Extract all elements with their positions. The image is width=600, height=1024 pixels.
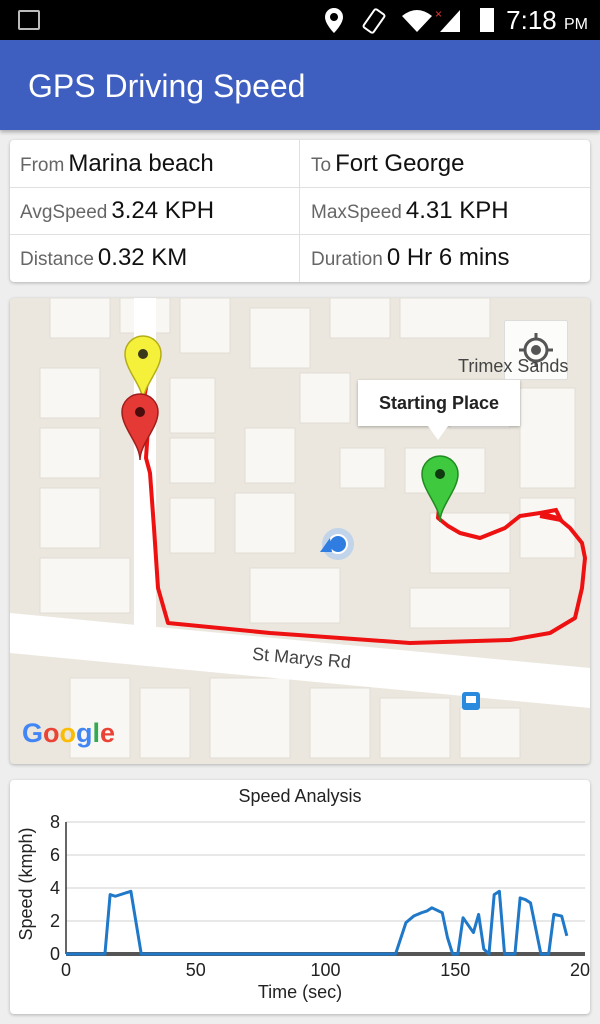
speed-series-line: [66, 889, 569, 956]
avg-speed-label: AvgSpeed: [20, 202, 108, 223]
max-speed-label: MaxSpeed: [311, 202, 402, 223]
duration-label: Duration: [311, 249, 383, 270]
app-bar: GPS Driving Speed: [0, 40, 600, 130]
phone-vibrate-icon: [362, 8, 386, 34]
image-notification-icon: [18, 10, 40, 30]
chart-title: Speed Analysis: [238, 786, 361, 806]
location-icon: [325, 8, 343, 33]
bus-stop-icon-window: [466, 696, 476, 703]
speed-chart-card: Speed Analysis Speed (kmph) Time (sec) 0…: [10, 780, 590, 1014]
distance-field: Distance 0.32 KM: [20, 234, 309, 281]
max-speed-field: MaxSpeed 4.31 KPH: [311, 187, 600, 234]
from-field: From Marina beach: [20, 140, 309, 187]
x-tick-label: 50: [186, 960, 206, 980]
x-tick-label: 0: [61, 960, 71, 980]
y-axis-label: Speed (kmph): [16, 827, 36, 940]
trip-info-card: From Marina beach To Fort George AvgSpeed 3…: [10, 140, 590, 282]
wifi-icon: [402, 10, 432, 32]
duration-value: 0 Hr 6 mins: [386, 244, 510, 271]
avg-speed-value: 3.24 KPH: [111, 197, 215, 224]
status-icons: ×: [325, 7, 494, 34]
max-speed-value: 4.31 KPH: [405, 197, 509, 224]
x-tick-label: 100: [310, 960, 340, 980]
distance-label: Distance: [20, 249, 94, 270]
x-axis-label: Time (sec): [258, 982, 342, 1002]
chart-grid: [65, 821, 585, 956]
y-tick-label: 0: [50, 944, 60, 964]
app-title: GPS Driving Speed: [28, 68, 306, 104]
avg-speed-field: AvgSpeed 3.24 KPH: [20, 187, 309, 234]
to-field: To Fort George: [311, 140, 600, 187]
google-logo: Google: [22, 718, 116, 748]
duration-field: Duration 0 Hr 6 mins: [311, 234, 600, 281]
y-tick-label: 2: [50, 911, 60, 931]
route-map[interactable]: Starting Place Trimex Sands St Marys Rd …: [10, 298, 590, 764]
battery-icon: [480, 8, 494, 32]
clock-ampm: PM: [564, 16, 588, 33]
from-label: From: [20, 155, 65, 176]
to-value: Fort George: [335, 150, 465, 177]
from-value: Marina beach: [68, 150, 214, 177]
y-tick-label: 6: [50, 845, 60, 865]
to-label: To: [311, 155, 332, 176]
no-data-icon: ×: [435, 7, 442, 21]
poi-label: Trimex Sands: [458, 356, 569, 376]
x-tick-label: 200: [570, 960, 590, 980]
speed-chart: Speed Analysis Speed (kmph) Time (sec) 0…: [16, 786, 590, 1002]
y-tick-label: 8: [50, 812, 60, 832]
y-tick-label: 4: [50, 878, 60, 898]
chart-series: [66, 889, 569, 956]
info-window[interactable]: Starting Place: [358, 380, 520, 440]
clock-time: 7:18: [506, 5, 557, 35]
status-bar: × 7:18 PM: [0, 0, 600, 40]
green-start-marker-icon[interactable]: [421, 455, 459, 523]
distance-value: 0.32 KM: [97, 244, 188, 271]
x-tick-label: 150: [440, 960, 470, 980]
signal-icon: [440, 10, 460, 32]
